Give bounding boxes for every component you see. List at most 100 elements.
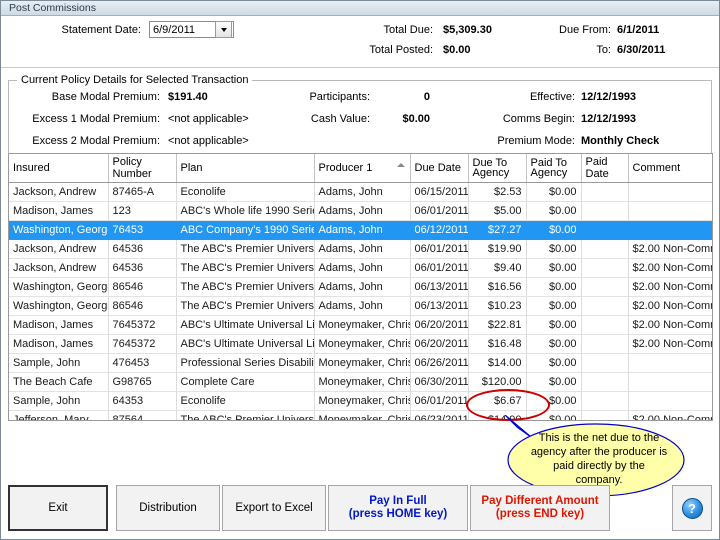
distribution-button[interactable]: Distribution <box>116 485 220 531</box>
cell-policy: 86546 <box>108 277 177 297</box>
cell-paid-to-agency: $0.00 <box>526 315 582 335</box>
exit-button[interactable]: Exit <box>8 485 108 531</box>
pay-different-amount-button[interactable]: Pay Different Amount (press END key) <box>470 485 610 531</box>
cell-producer: Adams, John <box>314 201 411 221</box>
sort-ascending-icon <box>396 163 405 167</box>
cell-due-to-agency: $9.40 <box>468 258 527 278</box>
column-header-paid-date[interactable]: Paid Date <box>581 154 629 183</box>
cell-paid-date <box>581 372 629 392</box>
cell-due-to-agency: $6.67 <box>468 391 527 411</box>
pay-in-full-button[interactable]: Pay In Full (press HOME key) <box>328 485 468 531</box>
table-row[interactable]: Jefferson, Mary 87564 The ABC's Premier Un… <box>9 410 712 420</box>
cell-due-date: 06/01/2011 <box>410 201 469 221</box>
header-panel: Statement Date: 6/9/2011 Total Due: $5,3… <box>1 16 719 68</box>
cell-policy: 64353 <box>108 391 177 411</box>
cell-insured: Washington, George <box>9 277 109 297</box>
cell-comment <box>628 372 712 392</box>
button-bar: Exit Distribution Export to Excel Pay In… <box>8 485 712 533</box>
cell-producer: Moneymaker, Chris <box>314 334 411 354</box>
cell-policy: 64536 <box>108 258 177 278</box>
cell-plan: The ABC's Premier Universal Life <box>176 410 315 420</box>
cell-paid-date <box>581 334 629 354</box>
table-row[interactable]: Jackson, Andrew 87465-A Econolife Adams, Jo… <box>9 182 712 202</box>
cell-comment: $2.00 Non-Comm A <box>628 296 712 316</box>
callout-text: This is the net due to the agency after … <box>530 432 668 486</box>
chevron-down-icon[interactable] <box>215 21 232 38</box>
base-modal-premium-value: $191.40 <box>168 91 208 103</box>
cell-insured: Madison, James <box>9 201 109 221</box>
table-row[interactable]: Madison, James 7645372 ABC's Ultimate Univ… <box>9 334 712 354</box>
table-row[interactable]: Washington, George 86546 The ABC's Premier… <box>9 277 712 297</box>
table-row[interactable]: Jackson, Andrew 64536 The ABC's Premier Un… <box>9 258 712 278</box>
cell-producer: Moneymaker, Chris <box>314 372 411 392</box>
cell-due-date: 06/12/2011 <box>410 220 469 240</box>
title-bar: Post Commissions <box>1 1 719 16</box>
export-to-excel-button[interactable]: Export to Excel <box>222 485 326 531</box>
cell-policy: 123 <box>108 201 177 221</box>
cell-producer: Adams, John <box>314 182 411 202</box>
to-value: 6/30/2011 <box>617 44 666 56</box>
comms-begin-value: 12/12/1993 <box>581 113 637 125</box>
premium-mode-value: Monthly Check <box>581 135 660 147</box>
question-mark-icon: ? <box>681 497 703 519</box>
policy-details-group: Current Policy Details for Selected Tran… <box>8 74 712 159</box>
cell-comment: $2.00 Non-Comm A <box>628 410 712 420</box>
cell-plan: ABC's Ultimate Universal Life <box>176 334 315 354</box>
cell-paid-date <box>581 258 629 278</box>
cell-comment <box>628 182 712 202</box>
cell-paid-date <box>581 239 629 259</box>
cell-plan: Professional Series Disability <box>176 353 315 373</box>
cell-comment <box>628 391 712 411</box>
column-header-producer-1[interactable]: Producer 1 <box>314 154 411 183</box>
excess-2-modal-premium-value: <not applicable> <box>168 135 249 147</box>
cell-comment: $2.00 Non-Comm A <box>628 315 712 335</box>
column-header-due-date[interactable]: Due Date <box>410 154 469 183</box>
column-header-plan[interactable]: Plan <box>176 154 315 183</box>
statement-date-combo[interactable]: 6/9/2011 <box>149 21 234 38</box>
cell-due-date: 06/20/2011 <box>410 315 469 335</box>
cell-paid-date <box>581 410 629 420</box>
table-row[interactable]: Madison, James 123 ABC's Whole life 1990 S… <box>9 201 712 221</box>
cell-due-to-agency: $27.27 <box>468 220 527 240</box>
column-header-policy-number[interactable]: Policy Number <box>108 154 177 183</box>
cell-comment: $2.00 Non-Comm A <box>628 239 712 259</box>
commissions-grid[interactable]: Insured Policy Number Plan Producer 1 Du… <box>8 153 713 421</box>
cell-paid-to-agency: $0.00 <box>526 296 582 316</box>
cell-paid-to-agency: $0.00 <box>526 182 582 202</box>
excess-1-modal-premium-label: Excess 1 Modal Premium: <box>32 113 160 125</box>
column-header-insured[interactable]: Insured <box>9 154 109 183</box>
cell-plan: The ABC's Premier Universal Life <box>176 296 315 316</box>
cell-producer: Moneymaker, Chris <box>314 410 411 420</box>
cell-plan: The ABC's Premier Universal Life <box>176 239 315 259</box>
table-row[interactable]: Sample, John 476453 Professional Series Di… <box>9 353 712 373</box>
cell-due-to-agency: $19.90 <box>468 239 527 259</box>
cell-paid-to-agency: $0.00 <box>526 239 582 259</box>
cell-paid-to-agency: $0.00 <box>526 353 582 373</box>
pay-in-full-hint: (press HOME key) <box>348 508 448 520</box>
cell-comment: $2.00 Non-Comm A <box>628 334 712 354</box>
table-row[interactable]: Washington, George 76453 ABC Company's 199… <box>9 220 712 240</box>
cell-due-date: 06/20/2011 <box>410 334 469 354</box>
cell-due-to-agency: $5.00 <box>468 201 527 221</box>
column-header-due-to-agency[interactable]: Due To Agency <box>468 154 527 183</box>
cell-policy: 64536 <box>108 239 177 259</box>
column-header-comment[interactable]: Comment <box>628 154 712 183</box>
table-row[interactable]: Sample, John 64353 Econolife Moneymaker, Ch… <box>9 391 712 411</box>
help-button[interactable]: ? <box>672 485 712 531</box>
pay-different-amount-hint: (press END key) <box>495 508 585 520</box>
column-header-producer-1-label: Producer 1 <box>318 162 373 174</box>
table-row[interactable]: Washington, George 86546 The ABC's Premier… <box>9 296 712 316</box>
cell-comment: $2.00 Non-Comm A <box>628 258 712 278</box>
table-header-row: Insured Policy Number Plan Producer 1 Du… <box>9 154 712 183</box>
cell-insured: Jackson, Andrew <box>9 258 109 278</box>
column-header-paid-to-agency[interactable]: Paid To Agency <box>526 154 582 183</box>
total-due-label: Total Due: <box>383 24 433 36</box>
cell-due-date: 06/30/2011 <box>410 372 469 392</box>
cell-policy: 7645372 <box>108 315 177 335</box>
table-row[interactable]: Madison, James 7645372 ABC's Ultimate Univ… <box>9 315 712 335</box>
table-row[interactable]: Jackson, Andrew 64536 The ABC's Premier Un… <box>9 239 712 259</box>
cell-paid-to-agency: $0.00 <box>526 220 582 240</box>
cell-plan: ABC's Ultimate Universal Life <box>176 315 315 335</box>
table-row[interactable]: The Beach Cafe G98765 Complete Care Moneyma… <box>9 372 712 392</box>
pay-in-full-label: Pay In Full <box>369 495 427 507</box>
